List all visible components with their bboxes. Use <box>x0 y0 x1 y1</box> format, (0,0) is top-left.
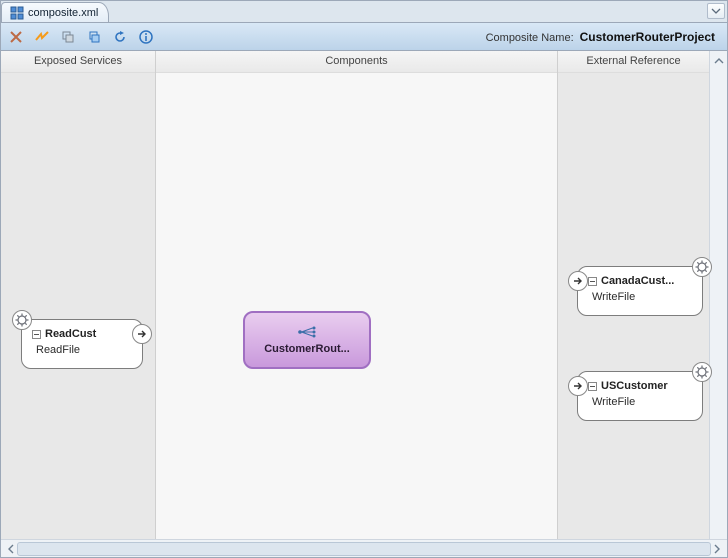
service-name: ReadCust <box>45 328 96 340</box>
clipboard-icon <box>87 30 101 44</box>
scroll-right-button[interactable] <box>709 541 725 557</box>
editor-tab-bar: composite.xml <box>1 1 727 23</box>
components-lane: Components <box>156 51 557 539</box>
horizontal-scrollbar[interactable] <box>1 539 727 557</box>
service-output-connector[interactable] <box>132 324 152 344</box>
reference-binding-icon[interactable] <box>692 362 712 382</box>
design-canvas[interactable]: Exposed Services Components External Ref… <box>1 51 727 539</box>
editor-window: composite.xml Composite Name: CustomerRo… <box>0 0 728 558</box>
reference-name: CanadaCust... <box>601 275 674 287</box>
delete-button[interactable] <box>7 28 25 46</box>
info-button[interactable] <box>137 28 155 46</box>
composite-name-field: Composite Name: CustomerRouterProject <box>486 30 721 44</box>
gear-icon <box>695 260 709 274</box>
service-binding-icon[interactable] <box>12 310 32 330</box>
refresh-icon <box>113 30 127 44</box>
reference-name: USCustomer <box>601 380 668 392</box>
reference-us-customer[interactable]: USCustomer WriteFile <box>577 371 703 421</box>
arrow-right-icon <box>572 380 584 392</box>
reference-input-connector[interactable] <box>568 271 588 291</box>
paste-button[interactable] <box>85 28 103 46</box>
reference-title: USCustomer <box>588 380 692 392</box>
mediator-icon <box>297 325 317 339</box>
exposed-services-lane: Exposed Services <box>1 51 156 539</box>
tab-list-dropdown[interactable] <box>707 3 725 19</box>
component-customer-router[interactable]: CustomerRout... <box>243 311 371 369</box>
chevron-down-icon <box>711 6 721 16</box>
collapse-toggle[interactable] <box>32 330 41 339</box>
service-operation: ReadFile <box>32 344 132 356</box>
lane-header-exposed: Exposed Services <box>1 51 155 73</box>
gear-icon <box>695 365 709 379</box>
reference-title: CanadaCust... <box>588 275 692 287</box>
composite-file-icon <box>10 6 24 20</box>
info-icon <box>139 30 153 44</box>
service-readcust[interactable]: ReadCust ReadFile <box>21 319 143 369</box>
service-title: ReadCust <box>32 328 132 340</box>
reference-canada-customer[interactable]: CanadaCust... WriteFile <box>577 266 703 316</box>
component-label: CustomerRout... <box>264 343 350 355</box>
lightning-icon <box>34 30 50 44</box>
chevron-up-icon <box>714 56 724 66</box>
wire-button[interactable] <box>33 28 51 46</box>
lane-header-external: External Reference <box>558 51 709 73</box>
reference-operation: WriteFile <box>588 396 692 408</box>
gear-icon <box>15 313 29 327</box>
collapse-toggle[interactable] <box>588 277 597 286</box>
file-tab-composite[interactable]: composite.xml <box>1 2 109 22</box>
editor-toolbar: Composite Name: CustomerRouterProject <box>1 23 727 51</box>
collapse-toggle[interactable] <box>588 382 597 391</box>
composite-name-label: Composite Name: <box>486 32 574 44</box>
refresh-button[interactable] <box>111 28 129 46</box>
x-icon <box>9 30 23 44</box>
scroll-left-button[interactable] <box>3 541 19 557</box>
copy-icon <box>61 30 75 44</box>
scroll-up-button[interactable] <box>711 53 727 69</box>
vertical-scrollbar[interactable] <box>709 51 727 539</box>
chevron-right-icon <box>712 544 722 554</box>
reference-operation: WriteFile <box>588 291 692 303</box>
lane-header-components: Components <box>156 51 557 73</box>
chevron-left-icon <box>6 544 16 554</box>
file-tab-label: composite.xml <box>28 7 98 19</box>
scrollbar-track[interactable] <box>17 542 711 556</box>
copy-button[interactable] <box>59 28 77 46</box>
arrow-right-icon <box>572 275 584 287</box>
reference-binding-icon[interactable] <box>692 257 712 277</box>
reference-input-connector[interactable] <box>568 376 588 396</box>
arrow-right-icon <box>136 328 148 340</box>
composite-name-value: CustomerRouterProject <box>580 30 715 44</box>
